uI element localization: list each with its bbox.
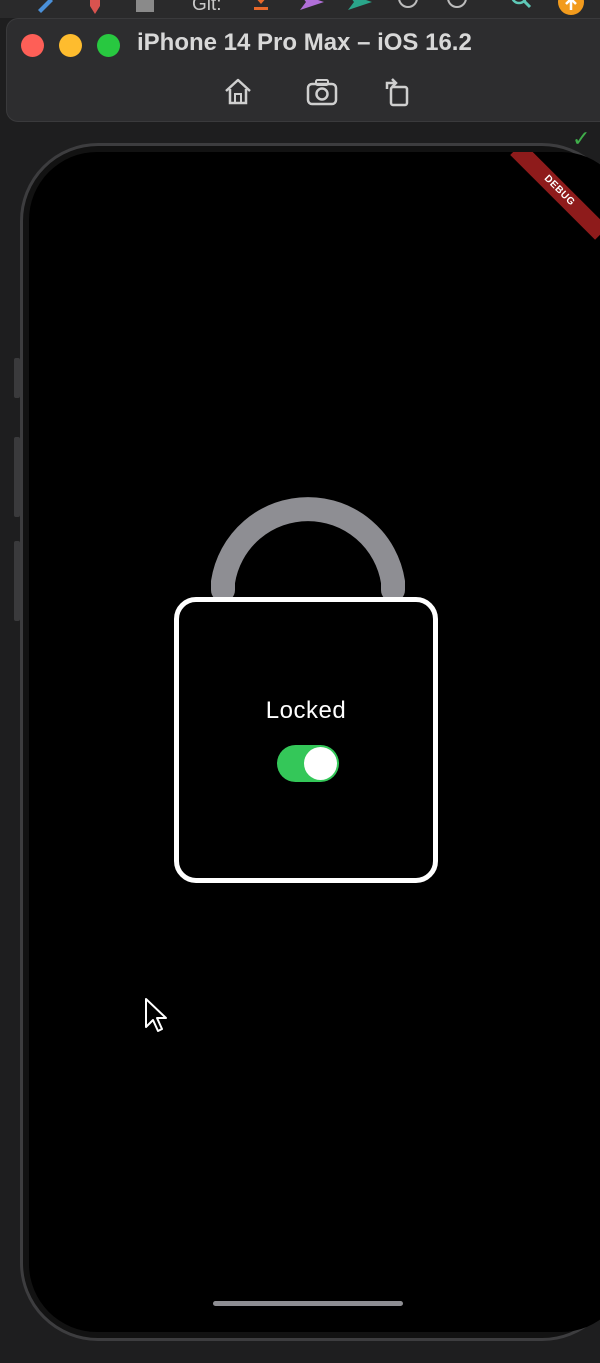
- update-badge-icon[interactable]: [557, 0, 585, 16]
- home-indicator[interactable]: [213, 1301, 403, 1306]
- lock-toggle-switch[interactable]: [277, 745, 339, 782]
- zoom-window-button[interactable]: [97, 34, 120, 57]
- lock-shackle-icon: [211, 497, 405, 602]
- lock-status-label: Locked: [265, 697, 347, 724]
- toggle-knob: [304, 747, 337, 780]
- stop-icon[interactable]: [134, 0, 156, 14]
- lock-body: Locked: [174, 597, 438, 883]
- window-title: iPhone 14 Pro Max – iOS 16.2: [137, 29, 472, 56]
- history-icon[interactable]: [397, 0, 419, 14]
- screenshot-icon[interactable]: [305, 75, 339, 109]
- ide-toolbar: Git:: [0, 0, 600, 18]
- edit-icon[interactable]: [34, 0, 56, 14]
- phone-screen: DEBUG Locked: [29, 152, 600, 1332]
- pin-icon[interactable]: [84, 0, 106, 14]
- rollback-icon[interactable]: [446, 0, 468, 14]
- close-window-button[interactable]: [21, 34, 44, 57]
- home-icon[interactable]: [221, 75, 255, 109]
- minimize-window-button[interactable]: [59, 34, 82, 57]
- rotate-icon[interactable]: [381, 75, 415, 109]
- git-commit-icon[interactable]: [298, 0, 326, 14]
- check-icon: ✓: [572, 126, 591, 151]
- git-label: Git:: [192, 0, 222, 15]
- debug-banner: DEBUG: [510, 152, 600, 240]
- mouse-cursor-icon: [145, 998, 167, 1032]
- git-push-icon[interactable]: [346, 0, 374, 14]
- search-icon[interactable]: [510, 0, 532, 14]
- simulator-window-titlebar: iPhone 14 Pro Max – iOS 16.2: [6, 18, 600, 122]
- git-update-icon[interactable]: [250, 0, 272, 14]
